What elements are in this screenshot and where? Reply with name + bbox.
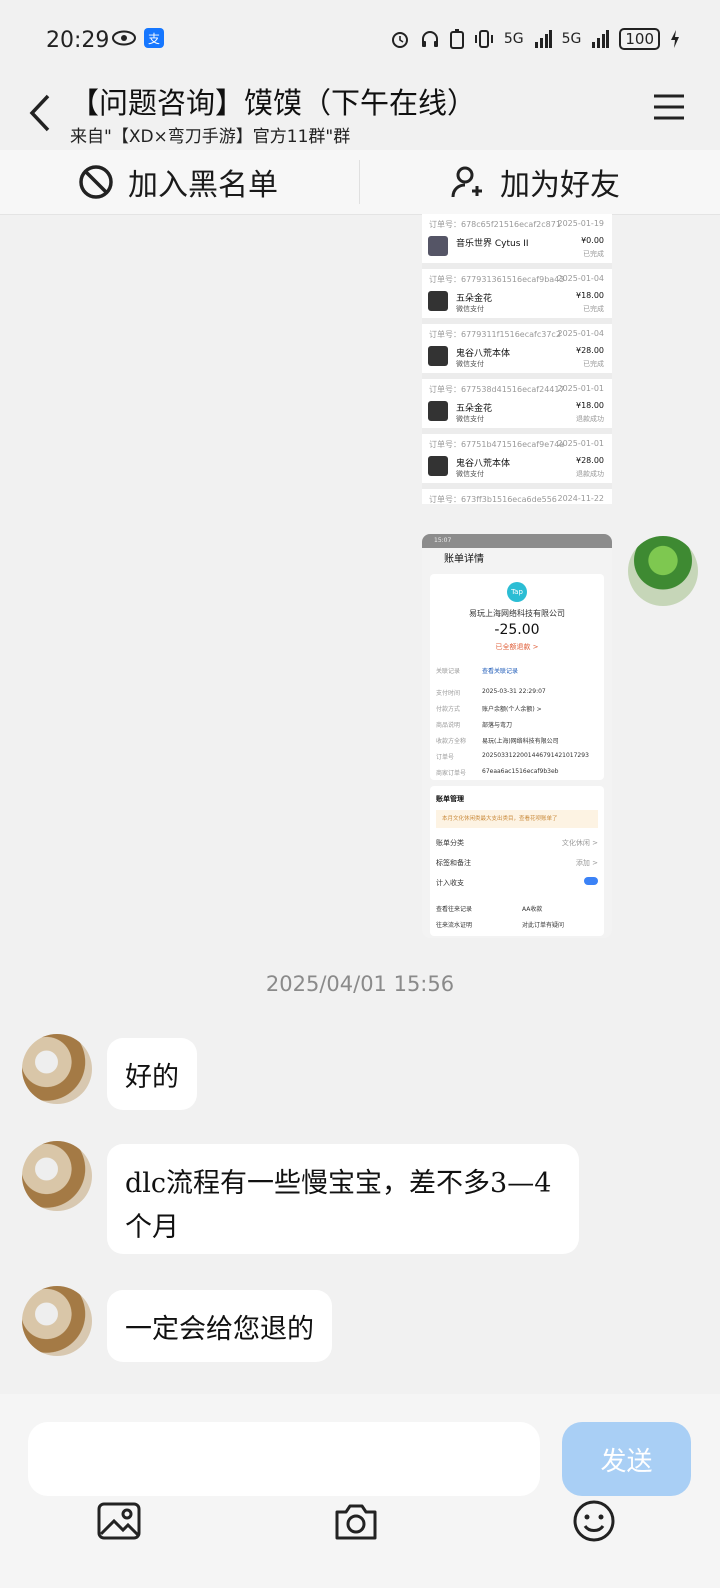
camera-icon[interactable] [333,1498,379,1544]
add-to-blacklist-button[interactable]: 加入黑名单 [78,150,278,214]
message-timestamp: 2025/04/01 15:56 [265,972,455,996]
order-list-image-message[interactable]: 订单号：678c65f21516ecaf2c871 2025-01-19 音乐世… [422,214,612,504]
back-arrow-icon[interactable] [24,88,54,138]
bill-statusbar: 15:07 [422,534,612,548]
bill-row: 商品说明 部落与弯刀 [436,722,513,729]
message-bubble[interactable]: dlc流程有一些慢宝宝，差不多3—4个月 [107,1144,579,1254]
message-composer: 发送 [0,1394,720,1588]
bill-refund-status: 已全额退款 > [495,643,539,651]
chat-title: 【问题咨询】馍馍（下午在线） [70,86,477,120]
order-row: 订单号：673ff3b1516eca6de556 2024-11-22 [422,489,612,504]
sender-avatar[interactable] [22,1141,92,1211]
chat-header: 【问题咨询】馍馍（下午在线） 来自"【XD×弯刀手游】官方11群"群 [0,80,720,150]
bill-row: 订单号 2025033122001446791421017293 [436,752,589,761]
vibrate-icon [474,30,493,48]
block-icon [79,165,113,199]
bill-merchant: 易玩上海网络科技有限公司 [469,609,565,618]
charging-icon [671,30,679,48]
chat-messages[interactable]: 订单号：678c65f21516ecaf2c871 2025-01-19 音乐世… [0,214,720,1394]
send-button[interactable]: 发送 [562,1422,691,1496]
bill-summary-card: Tap 易玩上海网络科技有限公司 -25.00 已全额退款 > 关联记录 查看关联… [430,574,604,780]
status-bar: 20:29 支 5G 5G 100 [0,0,720,80]
bill-row: 支付时间 2025-03-31 22:29:07 [436,688,546,697]
game-logo [428,401,448,421]
order-row: 订单号：6779311f1516ecafc37c2 2025-01-04 鬼谷八… [422,324,612,373]
image-icon[interactable] [96,1498,142,1544]
message-bubble[interactable]: 好的 [107,1038,197,1110]
bill-detail-image-message[interactable]: 15:07 账单详情 Tap 易玩上海网络科技有限公司 -25.00 已全额退款… [422,534,612,938]
signal-icon [592,30,610,48]
tap-logo: Tap [507,582,527,602]
bill-row: 收款方全称 易玩(上海)网络科技有限公司 [436,738,559,745]
network-label-2: 5G [561,31,582,47]
add-user-icon [451,166,482,198]
game-logo [428,346,448,366]
action-divider [359,160,360,204]
game-logo [428,291,448,311]
order-row: 订单号：677931361516ecaf9ba43 2025-01-04 五朵金… [422,269,612,318]
chat-subtitle: 来自"【XD×弯刀手游】官方11群"群 [70,127,351,147]
order-row: 订单号：677538d41516ecaf24417 2025-01-01 五朵金… [422,379,612,428]
message-input[interactable] [28,1422,540,1496]
order-row: 订单号：678c65f21516ecaf2c871 2025-01-19 音乐世… [422,214,612,263]
bill-nav-title: 账单详情 [422,548,612,572]
signal-icon [534,30,552,48]
status-time: 20:29 [46,28,110,53]
bill-row: 商家订单号 67eaa6ac1516ecaf9b3eb [436,768,559,777]
add-friend-button[interactable]: 加为好友 [450,150,620,214]
eye-icon [112,30,136,46]
sender-avatar[interactable] [22,1286,92,1356]
svg-text:支: 支 [148,32,160,46]
action-bar: 加入黑名单 加为好友 [0,150,720,215]
add-friend-label: 加为好友 [500,168,620,203]
headphones-icon [421,31,438,47]
alipay-icon: 支 [144,28,164,48]
emoji-icon[interactable] [571,1498,617,1544]
income-toggle [584,877,598,885]
game-logo [428,456,448,476]
bill-related: 关联记录 查看关联记录 [436,668,519,675]
game-logo [428,236,448,256]
sender-avatar[interactable] [22,1034,92,1104]
menu-icon[interactable] [652,92,686,122]
phone-battery-icon [449,29,464,49]
battery-level: 100 [619,28,660,50]
bill-management: 账单管理 本月文化休闲类最大支出类目，查看花呗账单了 账单分类 文化休闲 > 标签… [430,786,604,936]
alarm-icon [391,32,408,48]
message-bubble[interactable]: 一定会给您退的 [107,1290,332,1362]
order-row: 订单号：67751b471516ecaf9e74a 2025-01-01 鬼谷八… [422,434,612,483]
my-avatar[interactable] [628,536,698,606]
blacklist-label: 加入黑名单 [128,168,278,203]
bill-amount: -25.00 [494,622,540,638]
network-label-1: 5G [503,31,524,47]
bill-row: 付款方式 账户余额(个人余额) > [436,706,542,713]
